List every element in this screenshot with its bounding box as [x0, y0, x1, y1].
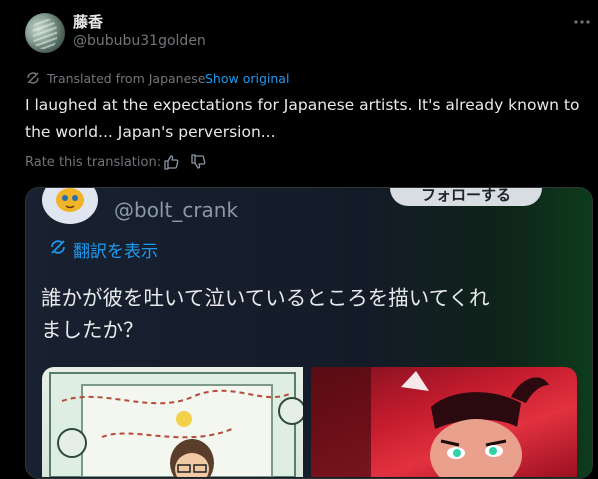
quoted-post-text: 誰かが彼を吐いて泣いているところを描いてくれ ましたか？ [41, 282, 561, 346]
tweet-text: I laughed at the expectations for Japane… [25, 96, 580, 141]
media-image[interactable]: @bolt_crank フォローする 翻訳を表示 誰かが彼を吐いて泣いているとこ… [25, 187, 593, 479]
more-options-button[interactable] [572, 12, 592, 32]
quoted-translate-label: 翻訳を表示 [73, 242, 158, 262]
quoted-avatar [42, 188, 98, 224]
thumbs-up-icon[interactable] [163, 154, 179, 170]
rate-translation-label: Rate this translation: [25, 155, 162, 170]
quoted-translate-icon [51, 240, 65, 254]
quoted-screenshot: @bolt_crank フォローする 翻訳を表示 誰かが彼を吐いて泣いているとこ… [26, 188, 592, 478]
author-avatar[interactable] [25, 13, 65, 53]
more-horizontal-icon [574, 20, 590, 24]
illustration-right [311, 367, 577, 477]
author-display-name[interactable]: 藤香 [73, 11, 103, 32]
thumbs-down-icon[interactable] [190, 154, 206, 170]
translate-icon [27, 72, 39, 84]
author-handle[interactable]: @bububu31golden [73, 33, 206, 49]
illustration-left [42, 367, 303, 477]
quoted-handle: @bolt_crank [114, 198, 239, 222]
translation-label: Translated from Japanese [47, 71, 206, 86]
quoted-follow-button: フォローする [390, 188, 542, 206]
show-original-link[interactable]: Show original [205, 71, 289, 86]
quoted-text-line-2: ましたか？ [41, 318, 144, 342]
quoted-text-line-1: 誰かが彼を吐いて泣いているところを描いてくれ [41, 286, 490, 310]
